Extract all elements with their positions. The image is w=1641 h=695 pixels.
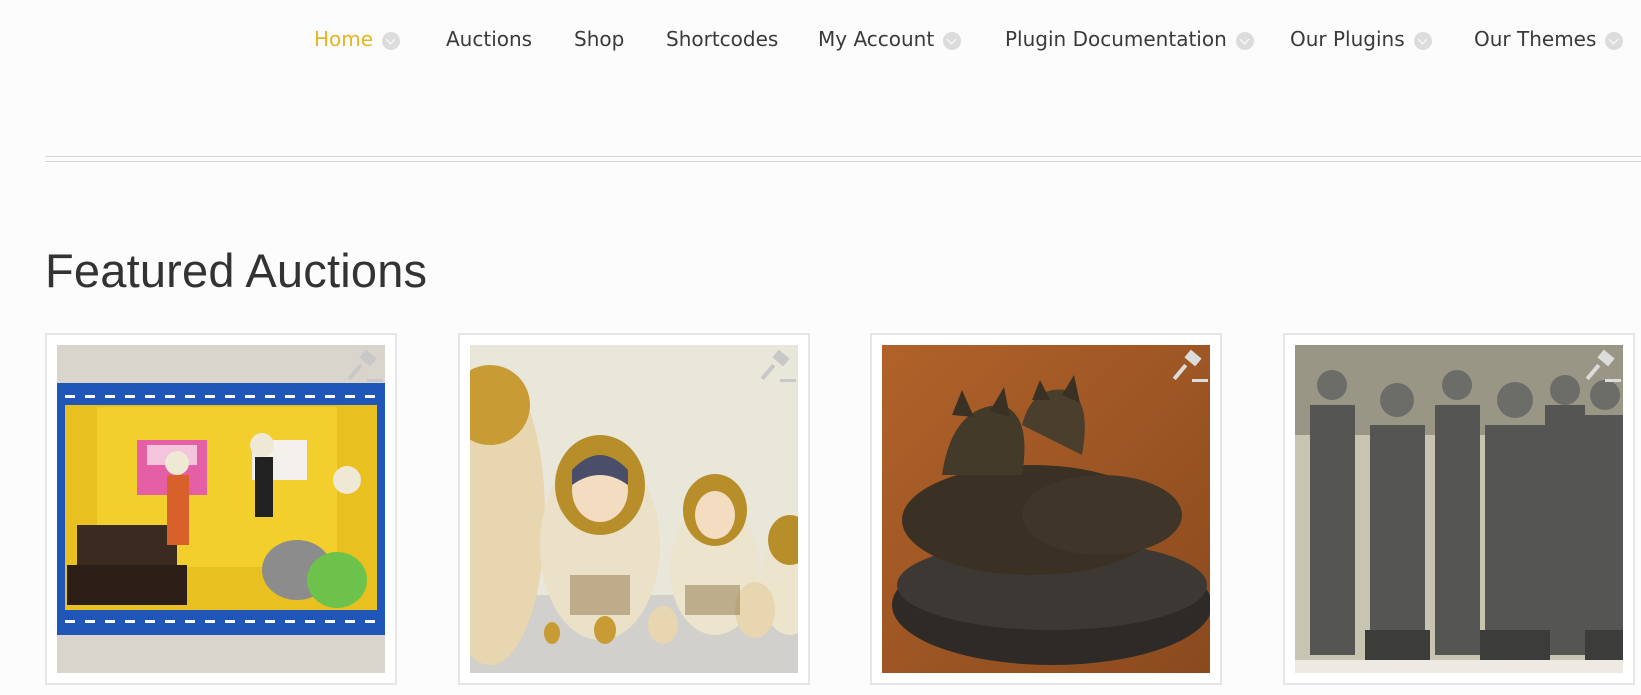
auction-card[interactable] xyxy=(45,333,397,685)
auction-gavel-icon xyxy=(1172,349,1208,382)
nav-item-shop[interactable]: Shop xyxy=(574,24,624,54)
auction-card[interactable] xyxy=(458,333,810,685)
nav-label-plugin-documentation: Plugin Documentation xyxy=(1005,27,1227,51)
chevron-down-icon[interactable] xyxy=(1413,32,1432,50)
chevron-down-icon[interactable] xyxy=(943,32,962,50)
nav-item-our-plugins[interactable]: Our Plugins xyxy=(1290,24,1432,54)
auction-card[interactable] xyxy=(1283,333,1635,685)
nav-label-our-plugins: Our Plugins xyxy=(1290,27,1405,51)
header-divider xyxy=(45,156,1641,162)
nav-label-shortcodes: Shortcodes xyxy=(666,27,779,51)
terracotta-warrior-figurines-image xyxy=(1295,345,1623,673)
nav-item-shortcodes[interactable]: Shortcodes xyxy=(666,24,778,54)
auction-image[interactable] xyxy=(882,345,1210,673)
nav-item-home[interactable]: Home xyxy=(314,24,401,54)
chevron-down-icon[interactable] xyxy=(1605,32,1624,50)
auction-gavel-icon xyxy=(760,349,796,382)
auction-image[interactable] xyxy=(1295,345,1623,673)
matryoshka-nesting-dolls-image xyxy=(470,345,798,673)
chevron-down-icon[interactable] xyxy=(1235,32,1254,50)
main-navigation: Home Auctions Shop Shortcodes My Account… xyxy=(0,0,1641,80)
nav-label-home: Home xyxy=(314,27,374,51)
chevron-down-icon[interactable] xyxy=(382,32,401,50)
section-title: Featured Auctions xyxy=(45,244,428,297)
nav-item-plugin-documentation[interactable]: Plugin Documentation xyxy=(1005,24,1254,54)
nav-item-auctions[interactable]: Auctions xyxy=(446,24,532,54)
nav-label-auctions: Auctions xyxy=(446,27,533,51)
nav-label-our-themes: Our Themes xyxy=(1474,27,1597,51)
auction-image[interactable] xyxy=(470,345,798,673)
nav-label-my-account: My Account xyxy=(818,27,935,51)
auction-image[interactable] xyxy=(57,345,385,673)
nav-item-our-themes[interactable]: Our Themes xyxy=(1474,24,1624,54)
auction-gavel-icon xyxy=(1585,349,1621,382)
auction-card[interactable] xyxy=(870,333,1222,685)
nav-label-shop: Shop xyxy=(574,27,625,51)
nav-item-my-account[interactable]: My Account xyxy=(818,24,962,54)
auction-gavel-icon xyxy=(347,349,383,382)
day-of-the-dead-diorama-image xyxy=(57,345,385,673)
bronze-wolf-sculpture-image xyxy=(882,345,1210,673)
